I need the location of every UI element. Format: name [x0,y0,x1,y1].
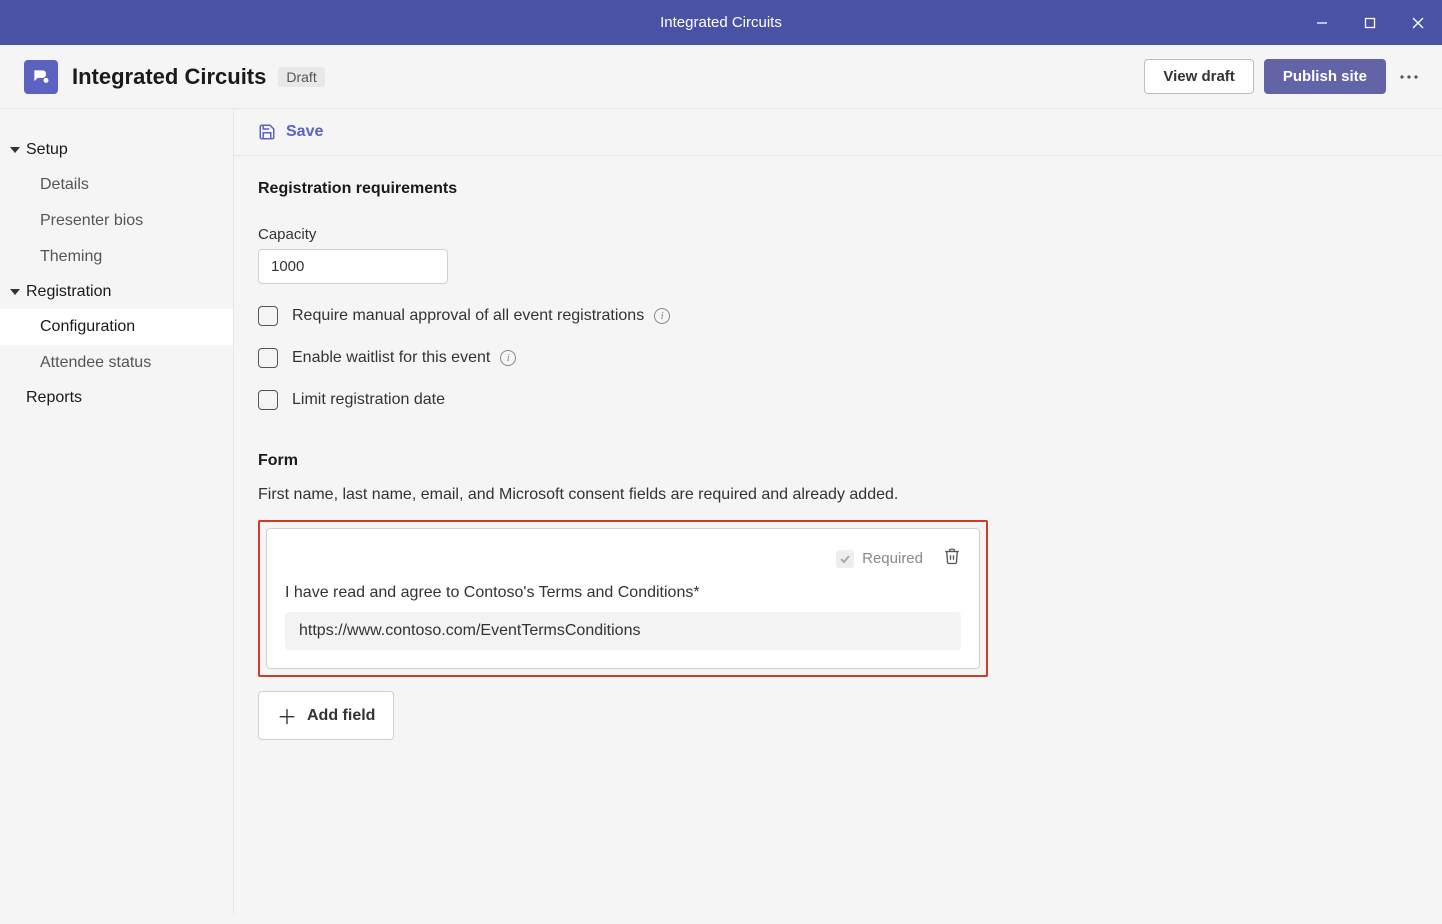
checkbox-row-limit-date[interactable]: Limit registration date [258,390,1418,410]
sidebar-item-reports[interactable]: Reports [0,381,233,415]
close-icon[interactable] [1394,0,1442,45]
checkbox-label: Require manual approval of all event reg… [292,307,644,325]
savebar: Save [234,109,1442,156]
capacity-label: Capacity [258,226,1418,243]
section-heading-registration: Registration requirements [258,180,1418,198]
chevron-down-icon [10,145,20,155]
minimize-icon[interactable] [1298,0,1346,45]
sidebar-item-configuration[interactable]: Configuration [0,309,233,345]
sidebar-label: Setup [26,141,68,159]
form-field-text: I have read and agree to Contoso's Terms… [285,584,961,602]
publish-site-button[interactable]: Publish site [1264,59,1386,94]
window-title: Integrated Circuits [660,14,782,31]
status-badge: Draft [278,67,324,87]
checkbox-icon[interactable] [258,390,278,410]
checkbox-icon[interactable] [258,348,278,368]
info-icon[interactable]: i [654,308,670,324]
sidebar-group-registration[interactable]: Registration [0,275,233,309]
page-title: Integrated Circuits [72,64,266,90]
checkbox-icon[interactable] [258,306,278,326]
sidebar-label: Registration [26,283,111,301]
checkbox-label: Limit registration date [292,391,445,409]
titlebar: Integrated Circuits [0,0,1442,45]
info-icon[interactable]: i [500,350,516,366]
delete-icon[interactable] [943,547,961,570]
form-field-url-input[interactable] [285,612,961,650]
capacity-input[interactable] [258,249,448,284]
main-content: Save Registration requirements Capacity … [234,109,1442,914]
sidebar: Setup Details Presenter bios Theming Reg… [0,109,234,914]
window-controls [1298,0,1442,45]
checkbox-label: Enable waitlist for this event [292,349,490,367]
maximize-icon[interactable] [1346,0,1394,45]
more-icon[interactable] [1400,75,1418,79]
checkbox-row-manual-approval[interactable]: Require manual approval of all event reg… [258,306,1418,326]
app-icon [24,60,58,94]
form-description: First name, last name, email, and Micros… [258,486,1418,504]
required-label: Required [862,550,923,567]
sidebar-item-details[interactable]: Details [0,167,233,203]
save-button[interactable]: Save [286,123,323,141]
page-header: Integrated Circuits Draft View draft Pub… [0,45,1442,109]
view-draft-button[interactable]: View draft [1144,59,1253,94]
checkbox-row-waitlist[interactable]: Enable waitlist for this event i [258,348,1418,368]
section-heading-form: Form [258,452,1418,470]
save-icon [258,123,276,141]
sidebar-item-attendee-status[interactable]: Attendee status [0,345,233,381]
sidebar-group-setup[interactable]: Setup [0,133,233,167]
sidebar-label: Reports [26,389,82,407]
highlight-annotation: Required I have read and agree to Contos… [258,520,988,677]
form-field-card[interactable]: Required I have read and agree to Contos… [266,528,980,669]
sidebar-item-theming[interactable]: Theming [0,239,233,275]
plus-icon: ＋ [277,701,297,730]
sidebar-item-presenter-bios[interactable]: Presenter bios [0,203,233,239]
required-checkbox-icon[interactable] [836,550,854,568]
add-field-label: Add field [307,707,375,725]
add-field-button[interactable]: ＋ Add field [258,691,394,740]
chevron-down-icon [10,287,20,297]
